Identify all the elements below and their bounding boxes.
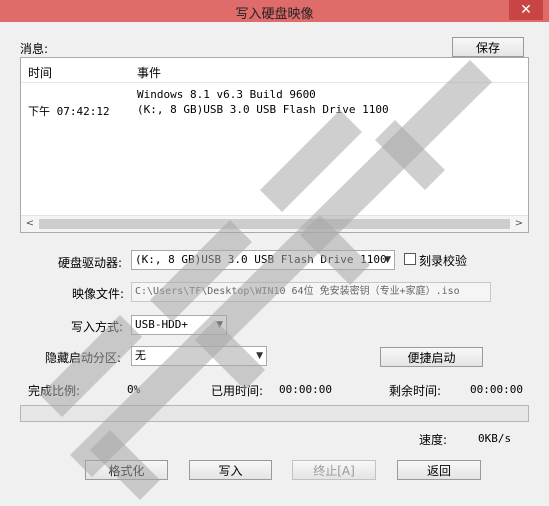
messages-label: 消息: [20, 42, 49, 56]
stop-button[interactable]: 终止[A] [292, 460, 376, 480]
chevron-down-icon: ▼ [256, 351, 263, 361]
verify-checkbox[interactable] [404, 253, 416, 265]
elapsed-value: 00:00:00 [279, 383, 332, 396]
remaining-value: 00:00:00 [470, 383, 523, 396]
percent-value: 0% [127, 383, 141, 396]
percent-label: 完成比例: [28, 384, 81, 398]
image-file-field[interactable]: C:\Users\TF\Desktop\WIN10 64位 免安装密钥（专业+家… [131, 282, 491, 302]
write-disk-image-dialog: 写入硬盘映像 ✕ 消息: 保存 时间 事件 Windows 8.1 v6.3 B… [0, 0, 549, 506]
save-button[interactable]: 保存 [452, 37, 524, 57]
write-mode-label: 写入方式: [71, 320, 124, 334]
speed-value: 0KB/s [478, 432, 512, 445]
horizontal-scrollbar[interactable]: < > [21, 215, 528, 232]
drive-select-value: (K:, 8 GB)USB 3.0 USB Flash Drive 1100 [135, 253, 387, 266]
message-list[interactable]: 时间 事件 Windows 8.1 v6.3 Build 9600 下午 07:… [20, 57, 529, 233]
header-divider [21, 82, 528, 83]
message-event: (K:, 8 GB)USB 3.0 USB Flash Drive 1100 [137, 103, 389, 116]
message-event: Windows 8.1 v6.3 Build 9600 [137, 88, 316, 101]
write-mode-value: USB-HDD+ [135, 318, 188, 331]
hidden-partition-label: 隐藏启动分区: [45, 351, 122, 365]
message-time: 下午 07:42:12 [28, 105, 110, 118]
drive-label: 硬盘驱动器: [58, 256, 123, 270]
write-mode-select[interactable]: USB-HDD+ ▼ [131, 315, 227, 335]
window-title: 写入硬盘映像 [235, 7, 314, 22]
speed-label: 速度: [419, 433, 448, 447]
verify-label[interactable]: 刻录校验 [419, 252, 467, 269]
chevron-down-icon: ▼ [384, 255, 391, 265]
hidden-partition-select[interactable]: 无 ▼ [131, 346, 267, 366]
hidden-partition-value: 无 [135, 349, 146, 362]
format-button[interactable]: 格式化 [85, 460, 168, 480]
scroll-right-icon[interactable]: > [512, 217, 526, 231]
elapsed-label: 已用时间: [211, 384, 264, 398]
progress-bar [20, 405, 529, 422]
image-file-label: 映像文件: [72, 287, 125, 301]
scrollbar-thumb[interactable] [39, 219, 510, 229]
close-icon[interactable]: ✕ [509, 0, 543, 20]
column-header-time[interactable]: 时间 [28, 64, 52, 81]
drive-select[interactable]: (K:, 8 GB)USB 3.0 USB Flash Drive 1100 ▼ [131, 250, 395, 270]
quick-boot-button[interactable]: 便捷启动 [380, 347, 483, 367]
remaining-label: 剩余时间: [389, 384, 442, 398]
back-button[interactable]: 返回 [397, 460, 481, 480]
write-button[interactable]: 写入 [189, 460, 272, 480]
column-header-event[interactable]: 事件 [137, 64, 161, 81]
title-bar: 写入硬盘映像 ✕ [0, 0, 549, 22]
scroll-left-icon[interactable]: < [23, 217, 37, 231]
chevron-down-icon: ▼ [216, 320, 223, 330]
